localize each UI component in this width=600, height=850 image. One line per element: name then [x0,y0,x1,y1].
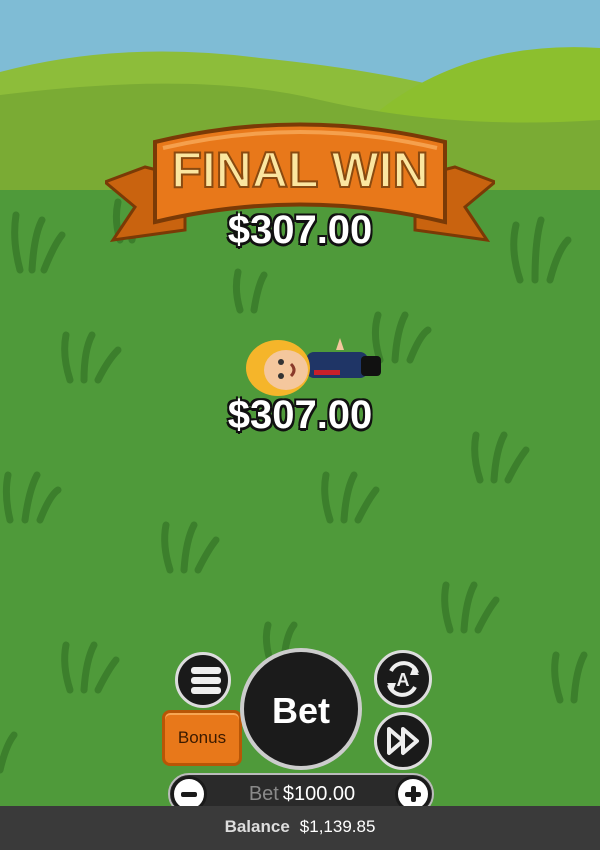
balance-value: $1,139.85 [299,817,376,836]
character-icon [246,338,381,396]
autoplay-button[interactable]: A [374,650,432,708]
bet-amount-value: $100.00 [282,783,356,805]
turbo-button[interactable] [374,712,432,770]
bet-button-label: Bet [271,690,330,731]
game-scene: FINAL WIN $307.00 $307.00 Bonus Bet A Be… [0,0,600,850]
banner-title: FINAL WIN [171,142,428,198]
balance-display: Balance $1,139.85 [0,817,600,837]
menu-button[interactable] [175,652,231,708]
autoplay-letter: A [397,670,410,690]
bet-button[interactable]: Bet [240,648,362,770]
autoplay-icon: A [387,661,419,697]
character-win-amount: $307.00 [227,393,373,437]
balance-label: Balance [224,817,290,836]
final-win-amount: $307.00 [227,208,373,252]
bet-amount-display: Bet $100.00 [212,783,392,806]
bet-amount-label: Bet [248,783,279,805]
fast-forward-icon [387,727,419,755]
bonus-button[interactable]: Bonus [162,710,242,766]
